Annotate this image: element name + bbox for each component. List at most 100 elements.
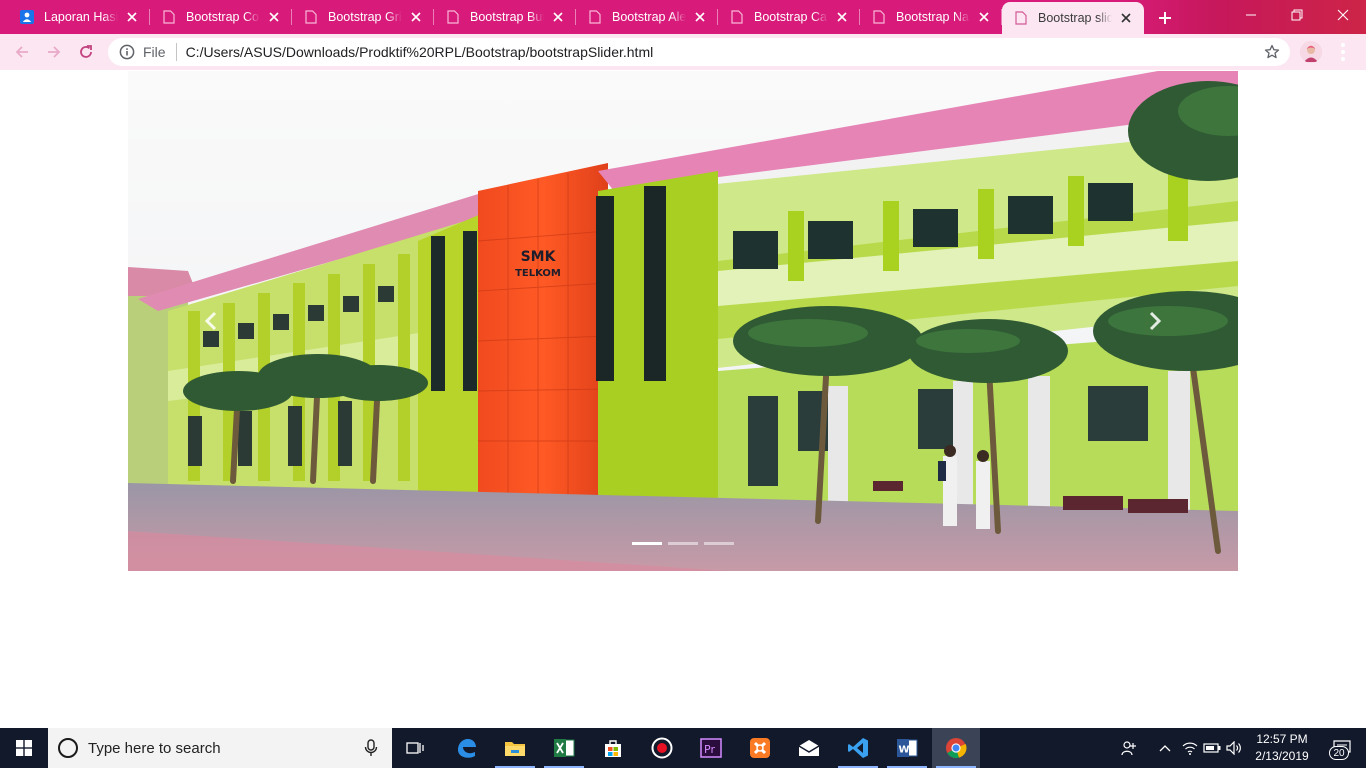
screen-recorder-button[interactable] xyxy=(638,728,686,768)
mail-icon xyxy=(798,740,820,756)
record-icon xyxy=(651,737,673,759)
new-tab-button[interactable] xyxy=(1152,5,1177,30)
show-hidden-icons-button[interactable] xyxy=(1154,728,1176,768)
tab-label: Bootstrap Navbar xyxy=(896,10,970,24)
tab-label: Bootstrap Alerts xyxy=(612,10,686,24)
plus-icon xyxy=(1158,11,1171,24)
taskbar-search-box[interactable]: Type here to search xyxy=(48,728,392,768)
forward-arrow-icon xyxy=(48,46,61,58)
carousel-indicators xyxy=(128,542,1238,545)
back-arrow-icon xyxy=(15,46,28,58)
edge-button[interactable] xyxy=(442,728,490,768)
tab-laporan[interactable]: Laporan Hasil Prakerin xyxy=(8,0,150,34)
start-button[interactable] xyxy=(0,728,48,768)
close-window-button[interactable] xyxy=(1320,0,1366,30)
tab-bootstrap-cards[interactable]: Bootstrap Cards xyxy=(718,0,860,34)
close-icon xyxy=(1337,9,1349,21)
reload-icon xyxy=(80,45,92,58)
word-button[interactable]: W xyxy=(883,728,931,768)
building-sign-line2: TELKOM xyxy=(515,268,561,279)
browser-toolbar: File C:/Users/ASUS/Downloads/Prodktif%20… xyxy=(0,34,1366,70)
restore-icon xyxy=(1291,9,1303,21)
restore-button[interactable] xyxy=(1274,0,1320,30)
file-explorer-button[interactable] xyxy=(491,728,539,768)
back-button[interactable] xyxy=(8,38,36,66)
close-icon[interactable] xyxy=(550,9,566,25)
divider xyxy=(175,43,177,61)
forward-button[interactable] xyxy=(40,38,68,66)
tab-bootstrap-grid[interactable]: Bootstrap Grid xyxy=(292,0,434,34)
people-icon xyxy=(1121,741,1136,756)
tab-bootstrap-slider[interactable]: Bootstrap slider xyxy=(1002,2,1144,34)
vscode-button[interactable] xyxy=(834,728,882,768)
microphone-icon[interactable] xyxy=(364,739,378,757)
search-placeholder: Type here to search xyxy=(88,739,221,757)
reload-button[interactable] xyxy=(72,38,100,66)
tab-label: Bootstrap Grid xyxy=(328,10,402,24)
image-carousel: SMK TELKOM xyxy=(128,71,1238,571)
close-icon[interactable] xyxy=(124,9,140,25)
carousel-prev-button[interactable] xyxy=(128,71,294,571)
wifi-icon xyxy=(1182,742,1198,755)
close-icon[interactable] xyxy=(692,9,708,25)
file-icon xyxy=(162,10,176,24)
task-view-icon xyxy=(406,742,424,754)
word-icon: W xyxy=(897,739,918,757)
chrome-button[interactable] xyxy=(932,728,980,768)
chevron-up-icon xyxy=(1159,745,1171,752)
profile-avatar[interactable] xyxy=(1300,41,1322,63)
task-view-button[interactable] xyxy=(392,728,440,768)
tab-label: Laporan Hasil Prakerin xyxy=(44,10,118,24)
tab-bootstrap-navbar[interactable]: Bootstrap Navbar xyxy=(860,0,1002,34)
xampp-icon xyxy=(750,738,770,758)
wifi-button[interactable] xyxy=(1180,728,1200,768)
carousel-indicator-3[interactable] xyxy=(704,542,734,545)
carousel-next-button[interactable] xyxy=(1072,71,1238,571)
file-icon xyxy=(304,10,318,24)
battery-icon xyxy=(1203,743,1221,753)
url-text[interactable]: C:/Users/ASUS/Downloads/Prodktif%20RPL/B… xyxy=(186,44,654,60)
xampp-button[interactable] xyxy=(736,728,784,768)
building-sign-line1: SMK xyxy=(521,249,557,265)
url-scheme-label: File xyxy=(143,44,166,60)
premiere-icon: Pr xyxy=(700,738,722,758)
close-icon[interactable] xyxy=(1118,10,1134,26)
speaker-icon xyxy=(1226,741,1241,755)
battery-button[interactable] xyxy=(1202,728,1222,768)
clock-time: 12:57 PM xyxy=(1256,732,1308,746)
tab-bootstrap-alerts[interactable]: Bootstrap Alerts xyxy=(576,0,718,34)
mail-button[interactable] xyxy=(785,728,833,768)
address-bar[interactable]: File C:/Users/ASUS/Downloads/Prodktif%20… xyxy=(108,38,1290,66)
info-icon[interactable] xyxy=(119,44,135,60)
tab-bootstrap-colors[interactable]: Bootstrap Colors xyxy=(150,0,292,34)
vscode-icon xyxy=(848,738,868,758)
file-icon xyxy=(1014,11,1028,25)
close-icon[interactable] xyxy=(976,9,992,25)
tab-label: Bootstrap Buttons xyxy=(470,10,544,24)
close-icon[interactable] xyxy=(266,9,282,25)
file-icon xyxy=(446,10,460,24)
browser-menu-button[interactable] xyxy=(1337,42,1349,62)
store-button[interactable] xyxy=(589,728,637,768)
minimize-icon xyxy=(1246,14,1256,16)
minimize-button[interactable] xyxy=(1228,0,1274,30)
premiere-button[interactable]: Pr xyxy=(687,728,735,768)
tab-label: Bootstrap Cards xyxy=(754,10,828,24)
excel-icon xyxy=(554,739,575,757)
carousel-indicator-2[interactable] xyxy=(668,542,698,545)
excel-button[interactable] xyxy=(540,728,588,768)
people-button[interactable] xyxy=(1118,728,1140,768)
chevron-left-icon xyxy=(204,311,217,331)
bookmark-star-icon[interactable] xyxy=(1264,44,1280,60)
close-icon[interactable] xyxy=(834,9,850,25)
taskbar-clock[interactable]: 12:57 PM 2/13/2019 xyxy=(1244,728,1320,768)
volume-button[interactable] xyxy=(1224,728,1244,768)
chevron-right-icon xyxy=(1149,311,1162,331)
tab-bootstrap-buttons[interactable]: Bootstrap Buttons xyxy=(434,0,576,34)
notification-count-badge: 20 xyxy=(1329,746,1349,760)
close-icon[interactable] xyxy=(408,9,424,25)
tab-label: Bootstrap slider xyxy=(1038,11,1112,25)
store-icon xyxy=(605,740,621,757)
carousel-indicator-1[interactable] xyxy=(632,542,662,545)
file-icon xyxy=(588,10,602,24)
